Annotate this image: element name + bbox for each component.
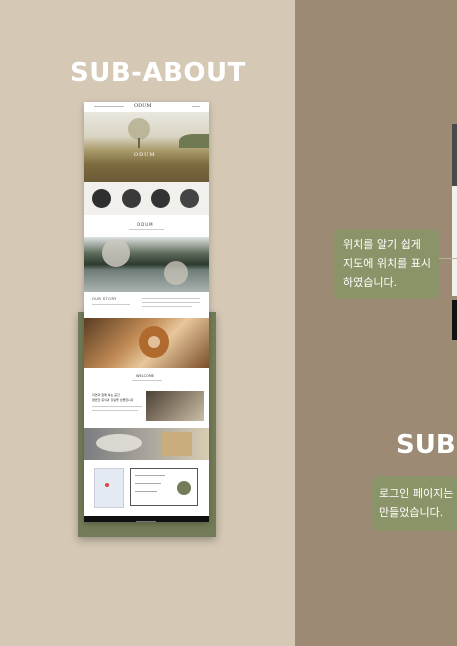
mockup-feature-circle — [180, 189, 199, 208]
mockup-welcome-heading: WELCOME — [136, 374, 155, 378]
map-callout-line-2: 지도에 위치를 표시 — [343, 257, 431, 270]
mockup-story-section: OUR STORY — [84, 292, 209, 314]
mockup-hero-text: ODUM — [134, 152, 156, 158]
mockup-intro-row: 자연과 함께 하는 공간 편안한 휴식과 힐링을 선물합니다 — [84, 388, 209, 424]
mockup-feature-circle — [92, 189, 111, 208]
mockup-person-figure — [148, 336, 160, 348]
mockup-location-section — [84, 462, 209, 512]
sub-section-title: SUB- — [396, 430, 457, 460]
login-callout-line-2: 만들었습니다. — [379, 506, 444, 519]
mockup-story-line — [142, 306, 192, 307]
right-panel-background — [295, 0, 457, 646]
mockup-feature-row — [84, 182, 209, 215]
mockup-info-line — [135, 475, 165, 476]
mockup-story-heading: OUR STORY — [92, 297, 117, 301]
cropped-mockup-edge-light — [452, 186, 457, 296]
website-mockup: ODUM ODUM ODUM OUR STORY WELCOME 자연과 함께 … — [84, 102, 209, 522]
mockup-feature-circle — [151, 189, 170, 208]
mockup-welcome-section: WELCOME — [84, 368, 209, 388]
mockup-intro-line — [92, 406, 142, 407]
mockup-intro-image — [146, 391, 204, 421]
map-marker-icon — [105, 483, 109, 487]
mockup-feature-circle — [122, 189, 141, 208]
mockup-hero-trunk — [138, 138, 140, 148]
mockup-header-icons — [192, 106, 200, 107]
mockup-logo: ODUM — [134, 103, 152, 109]
map-callout-line-3: 하였습니다. — [343, 276, 398, 289]
mockup-map-image — [94, 468, 124, 508]
mockup-story-line — [92, 304, 130, 305]
mockup-footer — [84, 516, 209, 522]
mockup-lake-image — [84, 237, 209, 292]
mockup-story-line — [142, 298, 200, 299]
mockup-hero-tree — [128, 118, 150, 140]
mockup-info-line — [135, 491, 157, 492]
mockup-heading-text: ODUM — [137, 222, 154, 227]
mockup-story-line — [142, 302, 200, 303]
mockup-info-line — [135, 483, 161, 484]
mockup-korean-heading-2: 편안한 휴식과 힐링을 선물합니다 — [92, 398, 134, 402]
mockup-heading-sub — [129, 229, 164, 230]
mockup-lake-overlay-circle-2 — [164, 261, 188, 285]
sub-about-title: SUB-ABOUT — [70, 58, 246, 88]
mockup-lake-overlay-circle — [102, 239, 130, 267]
map-callout-line-1: 위치를 알기 쉽게 — [343, 238, 421, 251]
mockup-info-badge — [177, 481, 191, 495]
mockup-banner-bubble — [96, 434, 142, 452]
mockup-banner-image — [84, 428, 209, 460]
callout-connector-line — [438, 258, 457, 259]
cropped-mockup-edge — [452, 124, 457, 186]
mockup-banner-object — [162, 432, 192, 456]
mockup-nav-links — [94, 106, 124, 107]
mockup-header: ODUM — [84, 102, 209, 112]
mockup-footer-line — [136, 521, 156, 522]
login-callout-line-1: 로그인 페이지는 — [379, 487, 454, 500]
mockup-welcome-line — [132, 380, 162, 381]
mockup-hero-image: ODUM — [84, 112, 209, 182]
cropped-mockup-edge-dark — [452, 300, 457, 340]
mockup-dog-image — [84, 318, 209, 368]
map-callout: 위치를 알기 쉽게 지도에 위치를 표시 하였습니다. — [333, 229, 439, 299]
mockup-section-heading: ODUM — [84, 215, 209, 237]
mockup-intro-line — [92, 410, 138, 411]
mockup-info-box — [130, 468, 198, 506]
login-callout: 로그인 페이지는 만들었습니다. — [371, 476, 457, 531]
mockup-korean-heading-1: 자연과 함께 하는 공간 — [92, 393, 120, 397]
mockup-hero-foliage — [179, 134, 209, 148]
